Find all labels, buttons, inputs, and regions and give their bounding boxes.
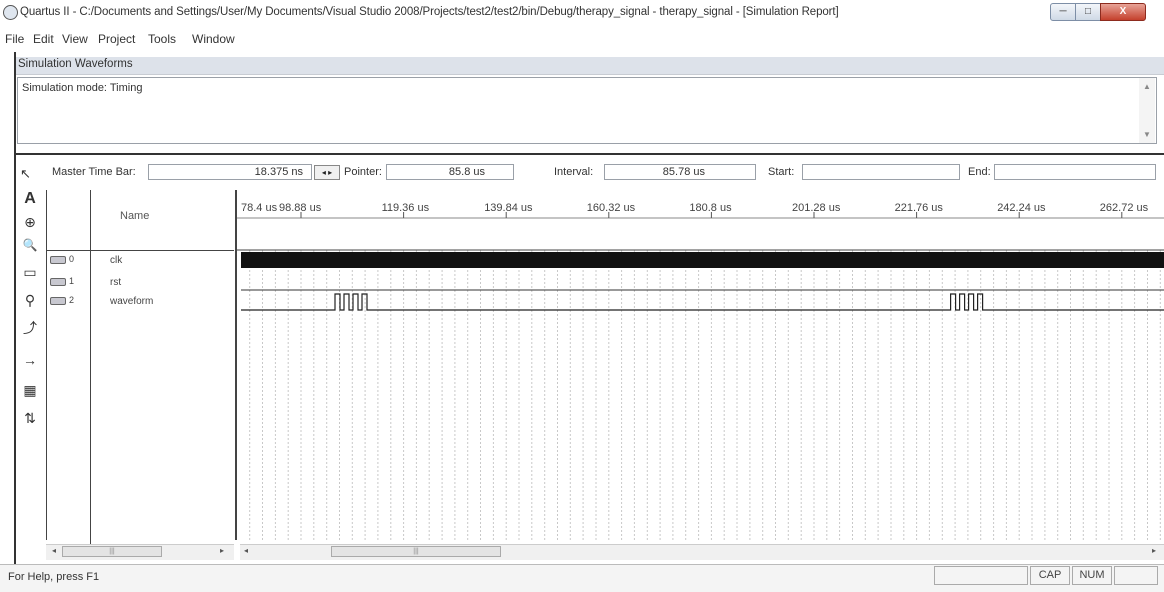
node-name-table: [46, 190, 236, 540]
interval-field[interactable]: 85.78 us: [604, 164, 756, 180]
menu-window[interactable]: Window: [192, 32, 235, 46]
quartus-app-icon: [3, 5, 18, 20]
simulation-mode-text: Simulation mode: Timing: [22, 82, 143, 94]
signal-traces: [241, 252, 1164, 311]
node-index: 2: [69, 295, 75, 305]
simulation-mode-box: [17, 77, 1157, 144]
zoom-icon[interactable]: 🔍: [20, 238, 40, 252]
output-pin-icon: [50, 256, 66, 264]
pointer-label: Pointer:: [344, 166, 382, 178]
scroll-right-icon[interactable]: ▸: [1152, 546, 1156, 555]
waveform-trace: [241, 293, 1164, 311]
panel-divider[interactable]: [16, 153, 1164, 155]
menu-project[interactable]: Project: [98, 32, 135, 46]
time-ruler-label: 201.28 us: [792, 202, 841, 214]
node-name-rst[interactable]: rst: [110, 277, 121, 288]
names-scroll-thumb[interactable]: |||: [62, 546, 162, 557]
sort-icon[interactable]: ⇅: [20, 410, 40, 427]
replace-icon[interactable]: ⤴: [20, 318, 40, 338]
minimize-button[interactable]: ─: [1050, 3, 1076, 21]
clk-trace: [241, 252, 1164, 268]
table-column-separator: [90, 190, 91, 545]
menu-bar: File Edit View Project Tools Window: [0, 30, 1164, 48]
time-ruler-label: 160.32 us: [587, 202, 636, 214]
full-screen-icon[interactable]: ▭: [20, 264, 40, 281]
time-ruler-label: 119.36 us: [382, 202, 430, 214]
menu-view[interactable]: View: [62, 32, 88, 46]
scroll-down-icon[interactable]: ▼: [1143, 130, 1151, 139]
panel-title: Simulation Waveforms: [18, 58, 133, 70]
menu-tools[interactable]: Tools: [148, 32, 176, 46]
time-ruler-label: 180.8 us: [689, 202, 732, 214]
time-ruler: 78.4 us 98.88 us 119.36 us 139.84 us 160.32…: [237, 202, 1164, 251]
time-ruler-label: 98.88 us: [279, 202, 322, 214]
caps-lock-indicator: CAP: [1030, 566, 1070, 585]
end-field[interactable]: [994, 164, 1156, 180]
start-label: Start:: [768, 166, 795, 178]
node-index: 1: [69, 276, 75, 286]
time-grid: [249, 250, 1161, 542]
time-ruler-label: 78.4 us: [241, 202, 278, 214]
master-time-bar-field[interactable]: 18.375 ns: [148, 164, 312, 180]
scroll-left-icon[interactable]: ◂: [52, 546, 56, 555]
window-title: Quartus II - C:/Documents and Settings/U…: [20, 6, 839, 18]
interval-label: Interval:: [554, 166, 594, 178]
scroll-up-icon[interactable]: ▲: [1143, 82, 1151, 91]
pointer-icon[interactable]: ↖: [20, 166, 31, 182]
time-ruler-label: 139.84 us: [484, 202, 533, 214]
end-label: End:: [968, 166, 991, 178]
time-ruler-label: 221.76 us: [895, 202, 944, 214]
time-bar-nav-arrows[interactable]: ◂ ▸: [314, 165, 340, 180]
num-lock-indicator: NUM: [1072, 566, 1112, 585]
find-icon[interactable]: ⚲: [20, 292, 40, 309]
close-button[interactable]: X: [1100, 3, 1146, 21]
name-column-header[interactable]: Name: [120, 210, 149, 222]
menu-file[interactable]: File: [5, 32, 24, 46]
time-ruler-label: 242.24 us: [997, 202, 1046, 214]
input-pin-icon: [50, 278, 66, 286]
status-panel-empty: [934, 566, 1028, 585]
output-pin-icon: [50, 297, 66, 305]
arrow-right-icon[interactable]: →: [20, 352, 40, 368]
panel-header: [16, 57, 1164, 75]
text-tool-icon[interactable]: A: [20, 190, 40, 208]
scroll-right-icon[interactable]: ▸: [220, 546, 224, 555]
status-help-text: For Help, press F1: [8, 571, 100, 583]
status-panel-empty: [1114, 566, 1158, 585]
node-name-waveform[interactable]: waveform: [110, 296, 153, 307]
node-name-clk[interactable]: clk: [110, 255, 122, 266]
menu-edit[interactable]: Edit: [33, 32, 54, 46]
scroll-left-icon[interactable]: ◂: [244, 546, 248, 555]
master-time-bar-label: Master Time Bar:: [52, 166, 136, 178]
maximize-button[interactable]: □: [1075, 3, 1101, 21]
time-ruler-label: 262.72 us: [1100, 202, 1149, 214]
node-index: 0: [69, 254, 75, 264]
header-divider: [46, 250, 234, 251]
waveform-canvas[interactable]: 78.4 us 98.88 us 119.36 us 139.84 us 160.32…: [237, 190, 1164, 542]
waveform-scroll-thumb[interactable]: |||: [331, 546, 501, 557]
waveform-edit-icon[interactable]: ⊕: [20, 214, 40, 231]
pointer-field[interactable]: 85.8 us: [386, 164, 514, 180]
overwrite-icon[interactable]: ▦: [20, 382, 40, 399]
start-field[interactable]: [802, 164, 960, 180]
